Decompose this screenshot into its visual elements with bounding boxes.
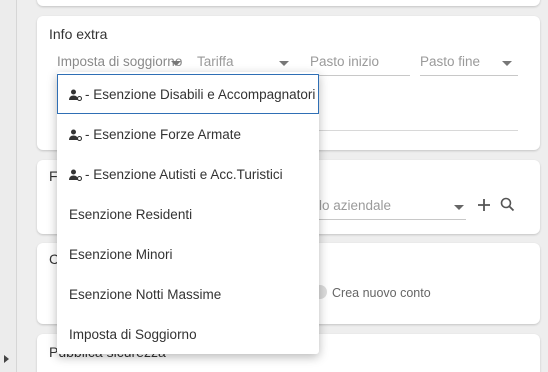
- left-sidebar: [0, 0, 17, 372]
- meal-end-placeholder: Pasto fine: [420, 54, 481, 69]
- dropdown-option-label: - Esenzione Forze Armate: [85, 127, 242, 142]
- meal-end-select[interactable]: Pasto fine: [420, 54, 518, 76]
- plus-icon[interactable]: [477, 198, 491, 212]
- user-group-icon: [69, 129, 82, 141]
- create-account-label: Crea nuovo conto: [332, 286, 431, 300]
- meal-start-select[interactable]: Pasto inizio: [310, 54, 410, 76]
- user-group-icon: [69, 169, 82, 181]
- tourist-tax-dropdown-menu: - Esenzione Disabili e Accompagnatori - …: [57, 72, 319, 354]
- previous-card: [37, 0, 540, 6]
- chevron-down-icon: [279, 61, 289, 66]
- company-profile-select[interactable]: ilo aziendale: [316, 198, 466, 220]
- dropdown-option[interactable]: Esenzione Minori: [57, 234, 319, 274]
- dropdown-option[interactable]: - Esenzione Forze Armate: [57, 114, 319, 154]
- dropdown-option-label: Esenzione Notti Massime: [69, 287, 222, 302]
- chevron-down-icon: [502, 61, 512, 66]
- dropdown-option-label: - Esenzione Autisti e Acc.Turistici: [85, 167, 283, 182]
- company-profile-placeholder: ilo aziendale: [316, 198, 392, 213]
- meal-start-placeholder: Pasto inizio: [310, 54, 380, 69]
- info-extra-title: Info extra: [49, 26, 108, 42]
- dropdown-option[interactable]: Esenzione Residenti: [57, 194, 319, 234]
- dropdown-option-label: - Esenzione Disabili e Accompagnatori: [85, 87, 316, 102]
- chevron-down-icon: [454, 205, 464, 210]
- dropdown-option-label: Esenzione Minori: [69, 247, 173, 262]
- dropdown-option[interactable]: - Esenzione Disabili e Accompagnatori: [57, 74, 319, 114]
- user-group-icon: [69, 89, 82, 101]
- dropdown-option-label: Imposta di Soggiorno: [69, 327, 197, 342]
- dropdown-option[interactable]: - Esenzione Autisti e Acc.Turistici: [57, 154, 319, 194]
- dropdown-option[interactable]: Esenzione Notti Massime: [57, 274, 319, 314]
- tourist-tax-placeholder: Imposta di soggiorno: [57, 54, 183, 69]
- chevron-down-icon: [171, 61, 181, 66]
- tariff-placeholder: Tariffa: [197, 54, 234, 69]
- dropdown-option-label: Esenzione Residenti: [69, 207, 193, 222]
- expand-arrow-icon[interactable]: [4, 355, 9, 363]
- dropdown-option[interactable]: Imposta di Soggiorno: [57, 314, 319, 354]
- search-icon[interactable]: [500, 197, 515, 212]
